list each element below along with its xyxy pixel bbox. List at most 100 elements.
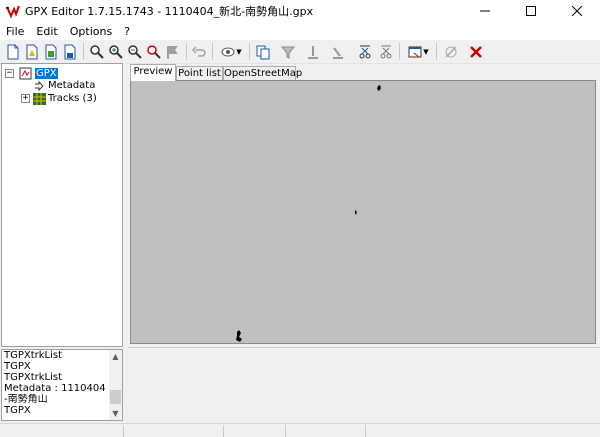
open-folder-icon — [26, 44, 38, 59]
toolbar-separator — [436, 43, 437, 60]
track-segment — [377, 85, 381, 91]
scroll-thumb[interactable] — [110, 390, 121, 404]
close-button[interactable] — [554, 0, 600, 22]
menu-file[interactable]: File — [0, 25, 30, 38]
menu-bar: File Edit Options ? — [0, 22, 600, 40]
app-logo-icon — [6, 5, 20, 19]
status-bar — [0, 423, 600, 437]
flag-icon — [167, 45, 178, 59]
status-cell — [124, 425, 224, 437]
open-image-button[interactable] — [42, 42, 60, 61]
filter-button[interactable] — [279, 42, 297, 61]
maximize-button[interactable] — [508, 0, 554, 22]
new-file-icon — [7, 44, 19, 59]
log-line: TGPXtrkList — [4, 372, 63, 383]
toolbar-separator — [186, 43, 187, 60]
filter-icon — [280, 46, 296, 59]
delete-icon — [470, 45, 482, 58]
metadata-icon — [35, 80, 44, 91]
collapse-toggle[interactable]: − — [5, 69, 14, 78]
status-cell — [224, 425, 286, 437]
tree-node-tracks[interactable]: + Tracks (3) — [21, 92, 97, 105]
gpx-tree-view[interactable]: − GPX Metadata + Tracks (3) — [1, 63, 123, 347]
menu-edit[interactable]: Edit — [30, 25, 63, 38]
zoom-button[interactable] — [88, 42, 106, 61]
tab-point-list[interactable]: Point list — [176, 66, 223, 81]
scroll-up-arrow[interactable]: ▲ — [109, 350, 122, 363]
ruler-down-icon — [333, 46, 343, 59]
ruler-up-button[interactable] — [304, 42, 322, 61]
maximize-icon — [526, 6, 536, 16]
ruler-down-button[interactable] — [329, 42, 347, 61]
expand-toggle[interactable]: + — [21, 94, 30, 103]
scroll-down-arrow[interactable]: ▼ — [109, 407, 122, 420]
status-cell — [0, 425, 124, 437]
toolbar: ▼ ▼ — [0, 40, 600, 64]
open-button[interactable] — [23, 42, 41, 61]
split-track-button[interactable] — [377, 42, 395, 61]
save-icon — [64, 44, 76, 59]
log-line: TGPX — [4, 361, 31, 372]
cut-track-button[interactable] — [356, 42, 374, 61]
zoom-fit-button[interactable] — [145, 42, 163, 61]
title-bar: GPX Editor 1.7.15.1743 - 1110404_新北-南勢角山… — [0, 0, 600, 22]
track-preview-canvas[interactable] — [130, 80, 596, 344]
cut-track-icon — [359, 45, 371, 58]
zoom-fit-icon — [147, 44, 161, 59]
view-dropdown-button[interactable]: ▼ — [217, 42, 245, 61]
lower-detail-pane — [128, 347, 600, 423]
toolbar-separator — [249, 43, 250, 60]
track-segment — [355, 210, 357, 215]
chevron-down-icon: ▼ — [236, 47, 242, 56]
gpx-file-icon — [19, 67, 32, 80]
tree-label-tracks: Tracks (3) — [48, 93, 97, 104]
eye-icon — [221, 47, 235, 56]
track-segment — [236, 330, 242, 342]
log-panel[interactable]: TGPXtrkList TGPX TGPXtrkList Metadata : … — [1, 349, 123, 421]
chevron-down-icon: ▼ — [423, 47, 429, 56]
minimize-button[interactable] — [462, 0, 508, 22]
toolbar-separator — [399, 43, 400, 60]
copy-icon — [256, 45, 270, 59]
log-line: -南勢角山 — [4, 394, 48, 405]
toolbar-separator — [212, 43, 213, 60]
log-line: TGPXtrkList — [4, 350, 63, 361]
copy-button[interactable] — [254, 42, 272, 61]
undo-icon — [192, 45, 206, 57]
log-line: TGPX — [4, 405, 31, 416]
minimize-icon — [480, 10, 490, 12]
tree-node-metadata[interactable]: Metadata — [34, 79, 95, 92]
status-cell — [286, 425, 366, 437]
tree-label-metadata: Metadata — [48, 80, 96, 91]
tracks-grid-icon — [33, 92, 46, 105]
tree-label-gpx: GPX — [35, 68, 58, 79]
zoom-out-button[interactable] — [126, 42, 144, 61]
gpx-window-icon — [408, 46, 422, 57]
vertical-splitter[interactable] — [123, 63, 127, 423]
zoom-icon — [90, 44, 104, 59]
menu-help[interactable]: ? — [118, 25, 136, 38]
window-title: GPX Editor 1.7.15.1743 - 1110404_新北-南勢角山… — [25, 5, 314, 18]
toolbar-separator — [83, 43, 84, 60]
save-button[interactable] — [61, 42, 79, 61]
undo-button[interactable] — [191, 42, 209, 61]
tab-openstreetmap[interactable]: OpenStreetMap — [223, 66, 302, 81]
delete-button[interactable] — [467, 42, 485, 61]
zoom-in-button[interactable] — [107, 42, 125, 61]
no-signal-button[interactable] — [442, 42, 460, 61]
ruler-up-icon — [308, 45, 318, 59]
tab-preview[interactable]: Preview — [130, 64, 176, 81]
new-file-button[interactable] — [4, 42, 22, 61]
close-icon — [572, 6, 582, 16]
split-track-icon — [380, 45, 392, 58]
menu-options[interactable]: Options — [64, 25, 118, 38]
flag-button[interactable] — [164, 42, 182, 61]
gpx-window-dropdown-button[interactable]: ▼ — [404, 42, 432, 61]
no-signal-icon — [445, 45, 457, 58]
zoom-out-icon — [128, 44, 142, 59]
log-line: Metadata : 1110404 新北 — [4, 383, 109, 394]
zoom-in-icon — [109, 44, 123, 59]
open-image-icon — [45, 44, 57, 59]
log-scrollbar[interactable]: ▲ ▼ — [109, 350, 122, 420]
status-cell — [366, 425, 600, 437]
